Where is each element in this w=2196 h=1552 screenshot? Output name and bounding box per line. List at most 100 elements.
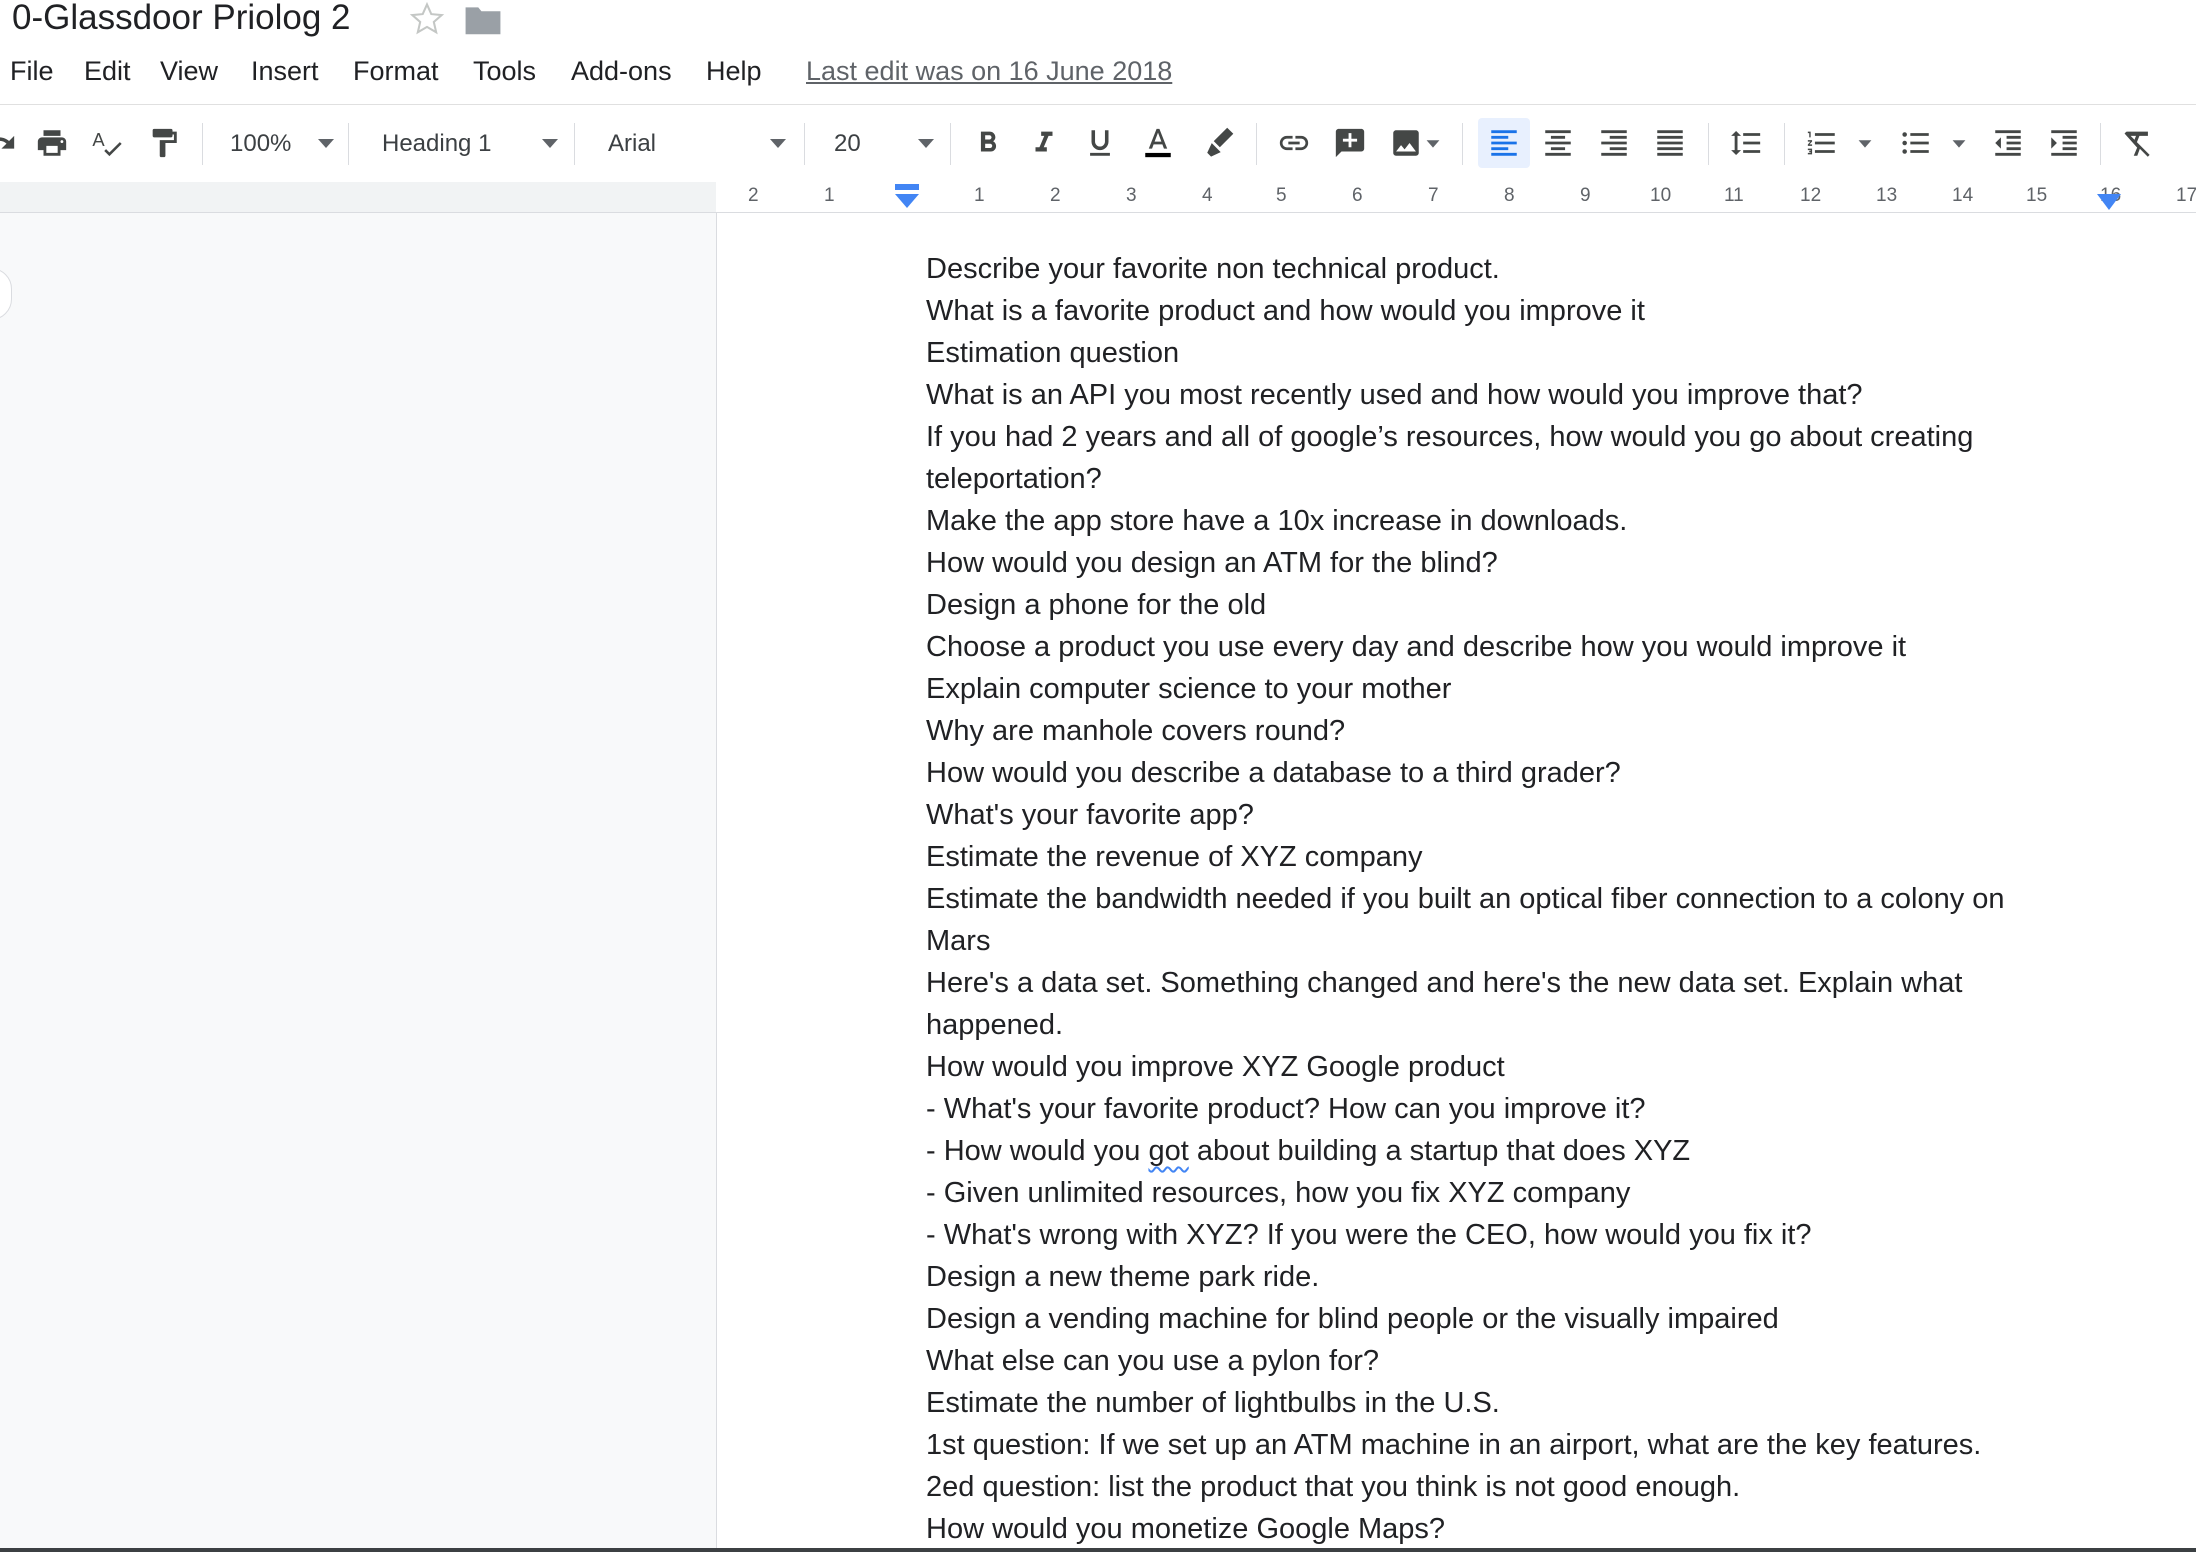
chevron-down-icon (318, 139, 334, 148)
ruler-label: 8 (1504, 185, 1515, 206)
text-line[interactable]: Mars (926, 920, 2126, 962)
numbered-list-icon[interactable] (1800, 121, 1844, 165)
ruler-label: 5 (1276, 185, 1287, 206)
document-title[interactable]: 0-Glassdoor Priolog 2 (12, 0, 351, 38)
ruler-label: 14 (1952, 185, 1974, 206)
chevron-down-icon (770, 139, 786, 148)
align-right-icon[interactable] (1592, 121, 1636, 165)
ruler-label: 11 (1724, 185, 1744, 206)
text-line[interactable]: Estimate the revenue of XYZ company (926, 836, 2126, 878)
clear-formatting-icon[interactable] (2116, 121, 2160, 165)
text-line[interactable]: Explain computer science to your mother (926, 668, 2126, 710)
right-indent-marker[interactable] (2097, 190, 2121, 212)
text-line[interactable]: - Given unlimited resources, how you fix… (926, 1172, 2126, 1214)
redo-icon[interactable] (0, 121, 22, 165)
text-line[interactable]: What's your favorite app? (926, 794, 2126, 836)
font-value: Arial (608, 130, 657, 157)
menu-addons[interactable]: Add-ons (571, 56, 672, 87)
menu-bar: File Edit View Insert Format Tools Add-o… (0, 52, 2196, 94)
menu-file[interactable]: File (10, 56, 54, 87)
text-line[interactable]: Design a new theme park ride. (926, 1256, 2126, 1298)
text-line[interactable]: How would you monetize Google Maps? (926, 1508, 2126, 1550)
ruler-label: 3 (1126, 185, 1137, 206)
text-line[interactable]: Why are manhole covers round? (926, 710, 2126, 752)
chevron-down-icon[interactable] (1850, 121, 1880, 165)
text-line[interactable]: - What's wrong with XYZ? If you were the… (926, 1214, 2126, 1256)
menu-help[interactable]: Help (706, 56, 762, 87)
ruler-label: 1 (824, 185, 835, 206)
text-line[interactable]: Make the app store have a 10x increase i… (926, 500, 2126, 542)
decrease-indent-icon[interactable] (1986, 121, 2030, 165)
chevron-down-icon (918, 139, 934, 148)
print-icon[interactable] (30, 121, 74, 165)
bulleted-list-icon[interactable] (1894, 121, 1938, 165)
font-size-select[interactable]: 20 (834, 123, 934, 165)
menu-tools[interactable]: Tools (473, 56, 536, 87)
underline-icon[interactable] (1078, 121, 1122, 165)
text-line[interactable]: Estimate the number of lightbulbs in the… (926, 1382, 2126, 1424)
highlight-icon[interactable] (1196, 121, 1240, 165)
zoom-select[interactable]: 100% (230, 123, 334, 165)
ruler: 2 1 1 2 3 4 5 6 7 8 9 10 11 12 13 14 15 … (0, 182, 2196, 213)
text-line[interactable]: Choose a product you use every day and d… (926, 626, 2126, 668)
text-line-with-misspelling[interactable]: - How would you got about building a sta… (926, 1130, 2126, 1172)
document-body[interactable]: Describe your favorite non technical pro… (926, 248, 2126, 1550)
menu-insert[interactable]: Insert (251, 56, 319, 87)
paint-format-icon[interactable] (142, 121, 186, 165)
text-line[interactable]: - What's your favorite product? How can … (926, 1088, 2126, 1130)
ruler-label: 17 (2176, 185, 2196, 206)
star-icon[interactable] (408, 0, 446, 38)
text-line[interactable]: 2ed question: list the product that you … (926, 1466, 2126, 1508)
text-line[interactable]: 1st question: If we set up an ATM machin… (926, 1424, 2126, 1466)
text-line[interactable]: How would you describe a database to a t… (926, 752, 2126, 794)
text-line[interactable]: teleportation? (926, 458, 2126, 500)
ruler-label: 13 (1876, 185, 1898, 206)
link-icon[interactable] (1272, 121, 1316, 165)
font-size-value: 20 (834, 130, 861, 157)
text-line[interactable]: Estimate the bandwidth needed if you bui… (926, 878, 2126, 920)
left-indent-marker[interactable] (893, 184, 921, 212)
ruler-label: 15 (2026, 185, 2048, 206)
increase-indent-icon[interactable] (2042, 121, 2086, 165)
text-color-icon[interactable] (1136, 121, 1180, 165)
text-line[interactable]: What else can you use a pylon for? (926, 1340, 2126, 1382)
text-line[interactable]: How would you improve XYZ Google product (926, 1046, 2126, 1088)
chevron-down-icon[interactable] (1418, 121, 1448, 165)
text-line[interactable]: If you had 2 years and all of google’s r… (926, 416, 2126, 458)
ruler-label: 2 (748, 185, 759, 206)
svg-text:A: A (92, 129, 105, 150)
menu-format[interactable]: Format (353, 56, 439, 87)
align-justify-icon[interactable] (1648, 121, 1692, 165)
chevron-down-icon[interactable] (1944, 121, 1974, 165)
misspelled-word[interactable]: got (1148, 1135, 1188, 1167)
title-bar: 0-Glassdoor Priolog 2 (0, 0, 2196, 40)
align-center-icon[interactable] (1536, 121, 1580, 165)
text-line[interactable]: What is a favorite product and how would… (926, 290, 2126, 332)
ruler-paper-area (716, 182, 2196, 212)
menu-view[interactable]: View (160, 56, 218, 87)
ruler-label: 2 (1050, 185, 1061, 206)
text-line[interactable]: How would you design an ATM for the blin… (926, 542, 2126, 584)
text-line[interactable]: What is an API you most recently used an… (926, 374, 2126, 416)
folder-icon[interactable] (464, 4, 502, 36)
italic-icon[interactable] (1022, 121, 1066, 165)
text-line[interactable]: Design a vending machine for blind peopl… (926, 1298, 2126, 1340)
chevron-down-icon (542, 139, 558, 148)
spellcheck-icon[interactable]: A (86, 121, 130, 165)
add-comment-icon[interactable] (1328, 121, 1372, 165)
menu-edit[interactable]: Edit (84, 56, 131, 87)
style-select[interactable]: Heading 1 (382, 123, 558, 165)
style-value: Heading 1 (382, 130, 492, 157)
bold-icon[interactable] (966, 121, 1010, 165)
window-bottom-edge (0, 1548, 2196, 1552)
line-spacing-icon[interactable] (1724, 121, 1768, 165)
font-select[interactable]: Arial (608, 123, 786, 165)
text-line[interactable]: Here's a data set. Something changed and… (926, 962, 2126, 1004)
text-line[interactable]: happened. (926, 1004, 2126, 1046)
ruler-label: 12 (1800, 185, 1822, 206)
text-line[interactable]: Estimation question (926, 332, 2126, 374)
text-line[interactable]: Design a phone for the old (926, 584, 2126, 626)
align-left-icon[interactable] (1478, 118, 1530, 168)
last-edit-link[interactable]: Last edit was on 16 June 2018 (806, 56, 1172, 87)
text-line[interactable]: Describe your favorite non technical pro… (926, 248, 2126, 290)
